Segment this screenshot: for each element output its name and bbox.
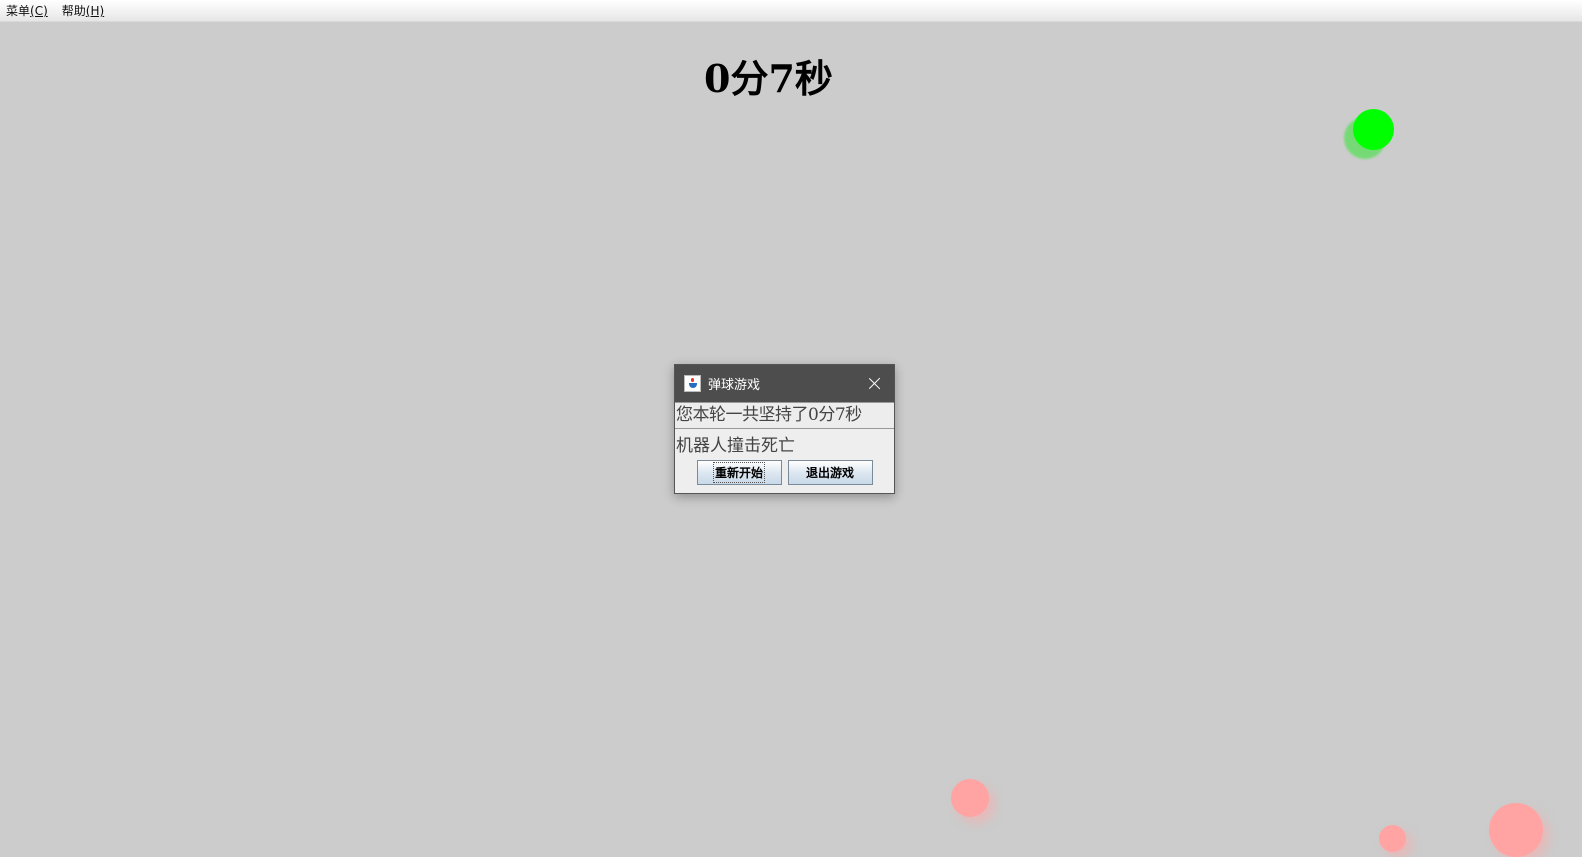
enemy-ball xyxy=(1489,803,1543,857)
menu-item-help[interactable]: 帮助(H) xyxy=(60,2,110,19)
death-reason-message: 机器人撞击死亡 xyxy=(676,436,795,456)
game-over-dialog: 弹球游戏 您本轮一共坚持了0分7秒 机器人撞击死亡 重新开始 退出游戏 xyxy=(674,364,895,494)
enemy-ball xyxy=(1379,825,1406,852)
java-coffee-icon xyxy=(684,375,701,392)
dialog-titlebar[interactable]: 弹球游戏 xyxy=(675,365,894,402)
enemy-ball xyxy=(951,779,989,817)
dialog-button-row: 重新开始 退出游戏 xyxy=(675,460,894,485)
menu-item-help-mnemonic: (H) xyxy=(85,4,105,18)
close-icon[interactable] xyxy=(868,377,881,390)
restart-button-label: 重新开始 xyxy=(712,462,766,483)
survival-time-message: 您本轮一共坚持了0分7秒 xyxy=(675,402,894,429)
elapsed-timer: 0分7秒 xyxy=(704,56,833,101)
dialog-title: 弹球游戏 xyxy=(708,378,761,393)
menu-item-menu-mnemonic: (C) xyxy=(30,4,48,18)
exit-game-button-label: 退出游戏 xyxy=(805,466,854,480)
menu-item-help-label: 帮助 xyxy=(61,4,86,18)
player-ball[interactable] xyxy=(1353,109,1394,150)
menu-item-menu-label: 菜单 xyxy=(6,4,31,18)
exit-game-button[interactable]: 退出游戏 xyxy=(787,460,873,485)
menu-item-menu[interactable]: 菜单(C) xyxy=(4,2,54,19)
menu-bar: 菜单(C) 帮助(H) xyxy=(0,0,1582,22)
restart-button[interactable]: 重新开始 xyxy=(696,460,782,485)
